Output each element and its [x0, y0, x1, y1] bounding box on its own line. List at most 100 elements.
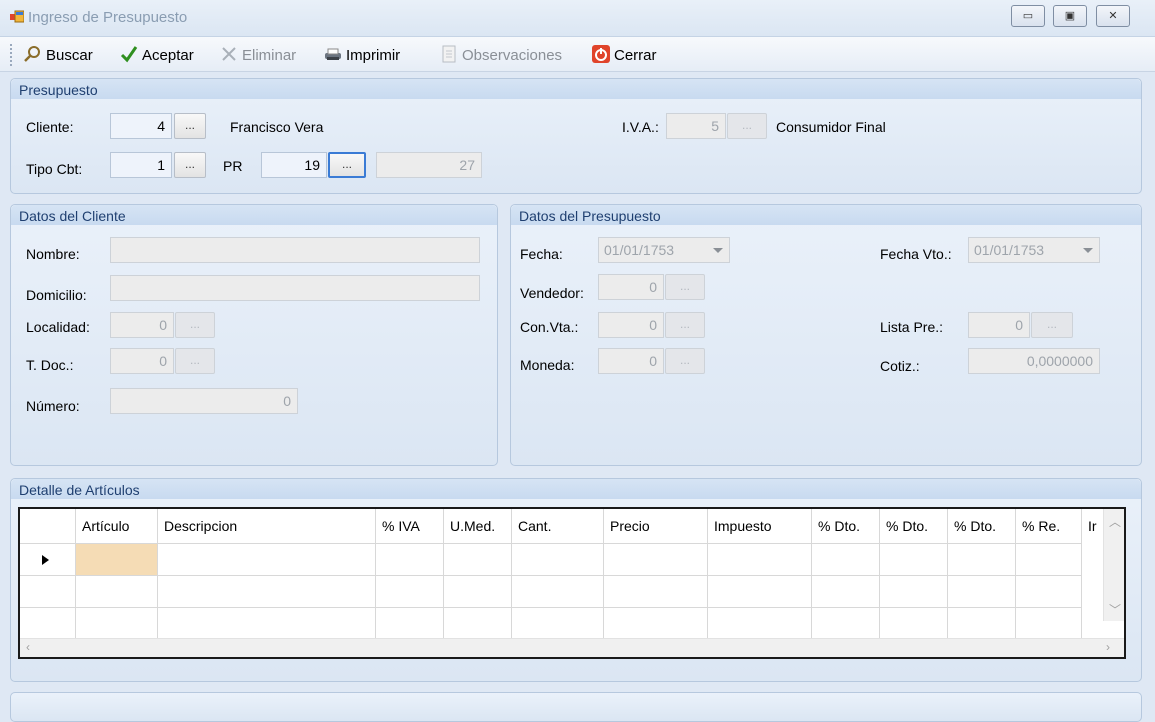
table-row[interactable]: [20, 543, 1082, 576]
table-cell[interactable]: [604, 608, 708, 640]
table-cell[interactable]: [604, 544, 708, 576]
table-cell[interactable]: [948, 608, 1016, 640]
table-cell[interactable]: [1016, 608, 1082, 640]
scroll-up-icon[interactable]: ︿: [1109, 513, 1121, 530]
table-row[interactable]: [20, 575, 1082, 608]
fecha-picker[interactable]: 01/01/1753: [598, 237, 730, 263]
nombre-field[interactable]: [110, 237, 480, 263]
observaciones-button[interactable]: Observaciones: [440, 45, 562, 65]
iva-code-field[interactable]: 5: [666, 113, 726, 139]
moneda-field[interactable]: 0: [598, 348, 664, 374]
convta-field[interactable]: 0: [598, 312, 664, 338]
tipo-cbt-lookup-button[interactable]: ...: [174, 152, 206, 178]
table-row[interactable]: [20, 607, 1082, 640]
articulos-grid[interactable]: Artículo Descripcion % IVA U.Med. Cant. …: [18, 507, 1126, 659]
table-cell[interactable]: [948, 544, 1016, 576]
table-cell[interactable]: [444, 608, 512, 640]
table-cell[interactable]: [708, 576, 812, 608]
punto-venta-lookup-button[interactable]: ...: [328, 152, 366, 178]
table-cell[interactable]: [376, 544, 444, 576]
table-cell[interactable]: [880, 544, 948, 576]
table-cell[interactable]: [948, 576, 1016, 608]
tipo-cbt-field[interactable]: 1: [110, 152, 172, 178]
col-header-importe[interactable]: Ir: [1082, 509, 1104, 543]
table-cell[interactable]: [376, 576, 444, 608]
close-icon: ✕: [1108, 10, 1118, 22]
col-header-dto2[interactable]: % Dto.: [880, 509, 948, 543]
col-header-dto1[interactable]: % Dto.: [812, 509, 880, 543]
fecha-vto-picker[interactable]: 01/01/1753: [968, 237, 1100, 263]
table-cell[interactable]: [708, 608, 812, 640]
table-cell[interactable]: [812, 576, 880, 608]
col-header-articulo[interactable]: Artículo: [76, 509, 158, 543]
col-header-umed[interactable]: U.Med.: [444, 509, 512, 543]
table-cell[interactable]: [444, 544, 512, 576]
domicilio-field[interactable]: [110, 275, 480, 301]
table-cell[interactable]: [812, 608, 880, 640]
row-selector[interactable]: [20, 576, 76, 608]
tdoc-field[interactable]: 0: [110, 348, 174, 374]
table-cell[interactable]: [512, 544, 604, 576]
table-cell[interactable]: [76, 608, 158, 640]
iva-lookup-button[interactable]: ...: [727, 113, 767, 139]
col-header-dto3[interactable]: % Dto.: [948, 509, 1016, 543]
selected-cell[interactable]: [76, 544, 158, 576]
localidad-field[interactable]: 0: [110, 312, 174, 338]
close-window-button[interactable]: ✕: [1096, 5, 1130, 27]
col-header-recargo[interactable]: % Re.: [1016, 509, 1082, 543]
minimize-button[interactable]: ▭: [1011, 5, 1045, 27]
scroll-down-icon[interactable]: ﹀: [1109, 601, 1121, 618]
col-header-cant[interactable]: Cant.: [512, 509, 604, 543]
table-cell[interactable]: [880, 608, 948, 640]
horizontal-scrollbar[interactable]: ‹ ›: [20, 638, 1124, 657]
localidad-lookup-button[interactable]: ...: [175, 312, 215, 338]
moneda-lookup-button[interactable]: ...: [665, 348, 705, 374]
vendedor-field[interactable]: 0: [598, 274, 664, 300]
toolbar-grip[interactable]: [10, 44, 15, 66]
cotiz-field[interactable]: 0,0000000: [968, 348, 1100, 374]
aceptar-button[interactable]: Aceptar: [120, 45, 194, 65]
cerrar-button[interactable]: Cerrar: [592, 45, 657, 65]
scroll-right-icon[interactable]: ›: [1106, 640, 1110, 654]
lista-pre-lookup-button[interactable]: ...: [1031, 312, 1073, 338]
iva-name: Consumidor Final: [776, 119, 886, 135]
table-cell[interactable]: [708, 544, 812, 576]
table-cell[interactable]: [880, 576, 948, 608]
col-header-descripcion[interactable]: Descripcion: [158, 509, 376, 543]
tdoc-label: T. Doc.:: [26, 357, 74, 373]
cliente-code-field[interactable]: 4: [110, 113, 172, 139]
punto-venta-field[interactable]: 19: [261, 152, 327, 178]
maximize-button[interactable]: ▣: [1053, 5, 1087, 27]
table-cell[interactable]: [76, 576, 158, 608]
cliente-lookup-button[interactable]: ...: [174, 113, 206, 139]
table-cell[interactable]: [376, 608, 444, 640]
imprimir-button[interactable]: Imprimir: [324, 45, 400, 65]
lista-pre-field[interactable]: 0: [968, 312, 1030, 338]
row-selector[interactable]: [20, 544, 76, 576]
vertical-scrollbar[interactable]: ︿ ﹀: [1103, 509, 1124, 621]
row-selector[interactable]: [20, 608, 76, 640]
table-cell[interactable]: [158, 608, 376, 640]
col-header-iva[interactable]: % IVA: [376, 509, 444, 543]
table-cell[interactable]: [444, 576, 512, 608]
table-cell[interactable]: [604, 576, 708, 608]
tdoc-lookup-button[interactable]: ...: [175, 348, 215, 374]
col-header-impuesto[interactable]: Impuesto: [708, 509, 812, 543]
vendedor-lookup-button[interactable]: ...: [665, 274, 705, 300]
table-cell[interactable]: [1016, 544, 1082, 576]
convta-lookup-button[interactable]: ...: [665, 312, 705, 338]
numero-doc-field[interactable]: 0: [110, 388, 298, 414]
buscar-button[interactable]: Buscar: [24, 45, 93, 65]
document-icon: [442, 45, 456, 63]
table-cell[interactable]: [1016, 576, 1082, 608]
table-cell[interactable]: [158, 544, 376, 576]
table-cell[interactable]: [158, 576, 376, 608]
cerrar-label: Cerrar: [614, 47, 657, 64]
numero-comprobante-field[interactable]: 27: [376, 152, 482, 178]
table-cell[interactable]: [812, 544, 880, 576]
scroll-left-icon[interactable]: ‹: [26, 640, 30, 654]
eliminar-button[interactable]: Eliminar: [220, 45, 296, 65]
table-cell[interactable]: [512, 608, 604, 640]
table-cell[interactable]: [512, 576, 604, 608]
col-header-precio[interactable]: Precio: [604, 509, 708, 543]
